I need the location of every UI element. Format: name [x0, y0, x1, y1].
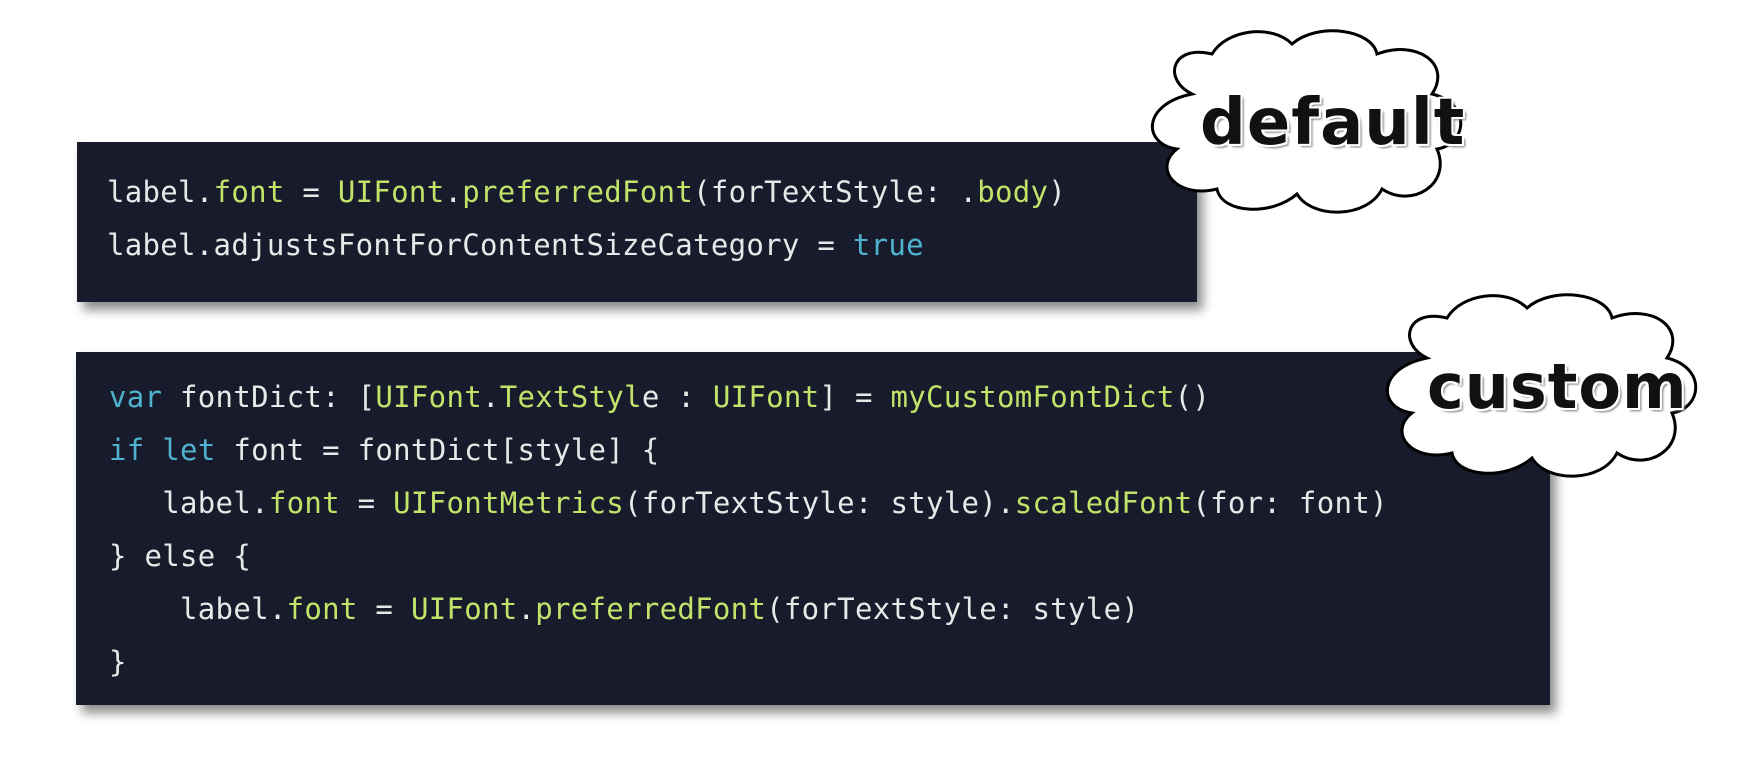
code-token: font = fontDict[style] { [215, 433, 660, 467]
code-token: = [339, 486, 394, 520]
code-token: label. [107, 175, 214, 209]
code-token: ) [1048, 175, 1067, 209]
code-token: label.adjustsFontForContentSizeCategory … [107, 228, 853, 262]
code-token: font [268, 486, 340, 520]
code-token: UIFontMetrics [393, 486, 625, 520]
default-callout-label: default [1200, 86, 1466, 160]
code-token: () [1174, 380, 1211, 414]
code-line: label.font = UIFontMetrics(forTextStyle:… [109, 483, 1388, 523]
code-line: label.adjustsFontForContentSizeCategory … [107, 225, 924, 265]
custom-code-block: var fontDict: [UIFont.TextStyle : UIFont… [76, 352, 1550, 705]
code-line: } [109, 642, 127, 682]
code-token: . [444, 175, 463, 209]
code-token: (for: font) [1192, 486, 1388, 520]
code-token: preferredFont [535, 592, 767, 626]
code-token: label. [109, 486, 269, 520]
code-token: } else { [109, 539, 252, 573]
code-token: ] = [819, 380, 891, 414]
code-token: label. [109, 592, 287, 626]
code-token: myCustomFontDict [890, 380, 1175, 414]
custom-cloud-callout: custom [1367, 288, 1712, 483]
custom-callout-label: custom [1427, 350, 1688, 423]
code-token: . [517, 592, 536, 626]
code-line: if let font = fontDict[style] { [109, 430, 660, 470]
code-token: UIFont [375, 380, 482, 414]
code-token: (forTextStyle: style). [624, 486, 1015, 520]
default-cloud-callout: default [1132, 24, 1477, 219]
code-token: font [286, 592, 358, 626]
code-token: let [162, 433, 216, 467]
code-line: } else { [109, 536, 251, 576]
code-token: (forTextStyle: style) [766, 592, 1140, 626]
code-token: if [109, 433, 145, 467]
code-token: = [284, 175, 338, 209]
code-token: . [481, 380, 500, 414]
code-token: } [109, 645, 127, 679]
code-token: fontDict: [ [162, 380, 376, 414]
code-token: (forTextStyle: . [693, 175, 978, 209]
code-token: font [213, 175, 285, 209]
code-line: var fontDict: [UIFont.TextStyle : UIFont… [109, 377, 1210, 417]
code-token: = [357, 592, 411, 626]
code-token: var [109, 380, 163, 414]
default-code-block: label.font = UIFont.preferredFont(forTex… [77, 142, 1197, 302]
code-token: UIFont [410, 592, 518, 626]
code-token: UIFont [337, 175, 445, 209]
code-token: preferredFont [462, 175, 694, 209]
code-token: scaledFont [1014, 486, 1193, 520]
code-token: body [977, 175, 1049, 209]
code-token: UIFont [712, 380, 820, 414]
code-token: e : [641, 380, 713, 414]
code-line: label.font = UIFont.preferredFont(forTex… [107, 172, 1066, 212]
code-token: TextStyl [499, 380, 642, 414]
code-token: true [852, 228, 924, 262]
code-line: label.font = UIFont.preferredFont(forTex… [109, 589, 1139, 629]
